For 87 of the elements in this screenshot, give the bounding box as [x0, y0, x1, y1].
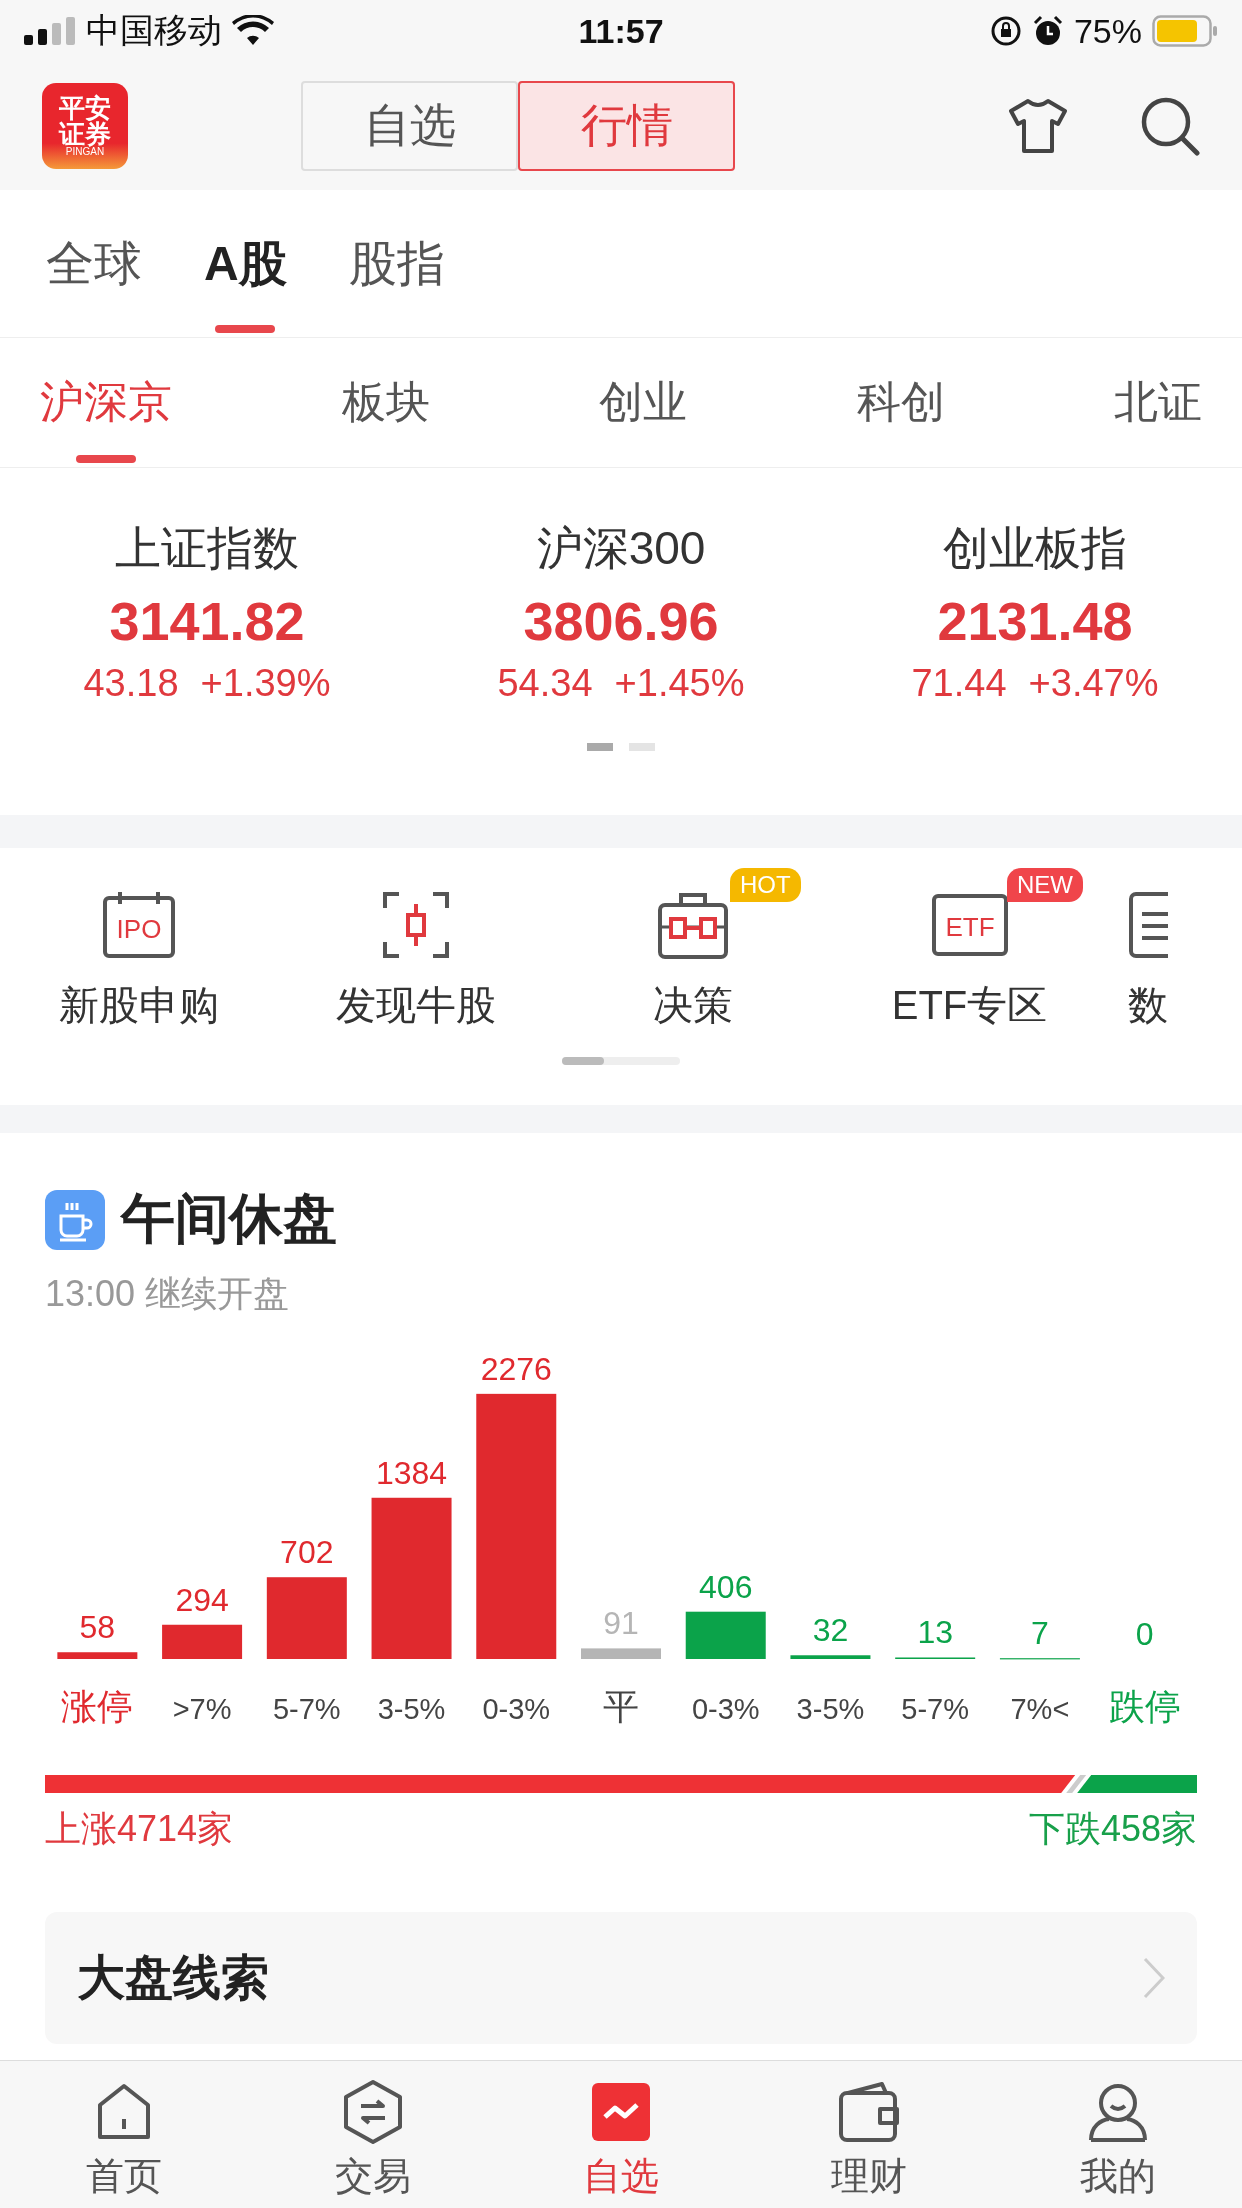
bar-value: 406 — [699, 1568, 753, 1605]
bar-category: 5-7% — [272, 1693, 341, 1725]
tab-bar-item[interactable]: 我的 — [1037, 2061, 1198, 2208]
sub-tab[interactable]: 科创 — [856, 338, 945, 467]
index-value: 2131.48 — [937, 590, 1133, 652]
segment-tab[interactable]: 自选 — [301, 81, 518, 171]
bar-category: 跌停 — [1108, 1686, 1181, 1727]
alarm-icon — [1031, 15, 1064, 47]
section-subtitle: 13:00 继续开盘 — [45, 1272, 291, 1316]
icon-label: ETF — [944, 912, 995, 942]
frame-icon — [931, 894, 1008, 956]
bar-category: >7% — [172, 1693, 232, 1725]
shirt-icon[interactable] — [1008, 98, 1068, 154]
index-percent: +1.45% — [614, 662, 745, 705]
shortcut-badge: NEW — [1007, 868, 1083, 902]
shortcut-badge: HOT — [730, 868, 801, 902]
icon-label: IPO — [116, 914, 161, 944]
market-clues-card[interactable]: 大盘线索 — [45, 1912, 1197, 2044]
bar-value: 294 — [175, 1581, 229, 1618]
battery-icon — [1152, 15, 1218, 47]
card-title: 大盘线索 — [77, 1950, 269, 2006]
index-value: 3806.96 — [523, 590, 719, 652]
home-icon — [96, 2083, 153, 2141]
bar-value: 702 — [280, 1534, 334, 1571]
shortcut-label[interactable]: 决策 — [652, 978, 733, 1033]
bar-category: 3-5% — [796, 1693, 865, 1725]
logo-text: 平安 — [59, 95, 111, 121]
index-name: 上证指数 — [115, 521, 299, 576]
index-change: 54.34 — [497, 662, 593, 705]
index-name: 沪深300 — [536, 521, 706, 576]
logo-text: PINGAN — [65, 147, 105, 157]
shortcut-label[interactable]: 新股申购 — [58, 978, 219, 1033]
tab-bar-item[interactable]: 理财 — [789, 2061, 950, 2208]
section-title: 午间休盘 — [121, 1187, 337, 1250]
user-icon — [1086, 2081, 1149, 2143]
index-percent: +3.47% — [1028, 662, 1159, 705]
index-name: 创业板指 — [943, 521, 1127, 576]
search-icon[interactable] — [1140, 96, 1200, 156]
segment-tab[interactable]: 行情 — [518, 81, 735, 171]
fall-count: 下跌458家 — [1028, 1807, 1197, 1851]
market-tab[interactable]: 全球 — [46, 190, 142, 337]
document-icon — [1128, 890, 1168, 960]
bar-category: 涨停 — [61, 1686, 134, 1727]
market-tab[interactable]: A股 — [204, 190, 287, 337]
coffee-cup-icon — [45, 1189, 105, 1250]
tab-bar-item[interactable]: 自选 — [540, 2061, 701, 2208]
market-tab[interactable]: 股指 — [348, 190, 445, 337]
bar-value: 91 — [603, 1605, 639, 1642]
index-change: 71.44 — [911, 662, 1007, 705]
battery-percent: 75% — [1073, 11, 1142, 51]
logo-text: 证券 — [59, 121, 111, 147]
bar-category: 0-3% — [691, 1693, 760, 1725]
bar-value: 32 — [812, 1612, 849, 1649]
bar-value: 1384 — [375, 1454, 448, 1491]
rise-count: 上涨4714家 — [45, 1807, 234, 1851]
sub-tab[interactable]: 沪深京 — [40, 338, 172, 467]
tab-bar-item[interactable]: 首页 — [44, 2061, 205, 2208]
index-value: 3141.82 — [109, 590, 305, 652]
bar-category: 0-3% — [482, 1693, 551, 1725]
trend-icon — [591, 2083, 650, 2141]
shortcut-label[interactable]: 发现牛股 — [335, 978, 496, 1033]
signal-icon — [24, 17, 76, 45]
shortcut-label[interactable]: ETF专区 — [891, 978, 1048, 1033]
candlestick-icon — [380, 890, 451, 960]
index-change: 43.18 — [83, 662, 179, 705]
sub-tab[interactable]: 创业 — [599, 338, 687, 467]
sub-tab[interactable]: 板块 — [341, 338, 430, 467]
rotation-lock-icon — [989, 15, 1022, 47]
tab-bar-item[interactable]: 交易 — [292, 2061, 453, 2208]
clock-time: 11:57 — [578, 11, 664, 51]
bar-category: 平 — [603, 1686, 639, 1727]
chevron-right-icon — [1143, 1957, 1165, 1999]
bar-category: 7%< — [1010, 1693, 1070, 1725]
bar-category: 5-7% — [901, 1693, 970, 1725]
wifi-icon — [232, 15, 274, 47]
sub-tab[interactable]: 北证 — [1114, 338, 1202, 467]
wallet-icon — [838, 2081, 901, 2143]
index-percent: +1.39% — [200, 662, 331, 705]
bar-value: 2276 — [480, 1350, 552, 1387]
bar-value: 7 — [1031, 1615, 1049, 1652]
shortcut-label[interactable]: 数 — [1128, 978, 1168, 1033]
calendar-icon — [102, 890, 175, 958]
carrier-name: 中国移动 — [86, 10, 222, 51]
bar-category: 3-5% — [377, 1693, 446, 1725]
bar-value: 58 — [79, 1609, 116, 1646]
bar-value: 13 — [917, 1614, 953, 1651]
bar-value: 0 — [1135, 1616, 1154, 1652]
